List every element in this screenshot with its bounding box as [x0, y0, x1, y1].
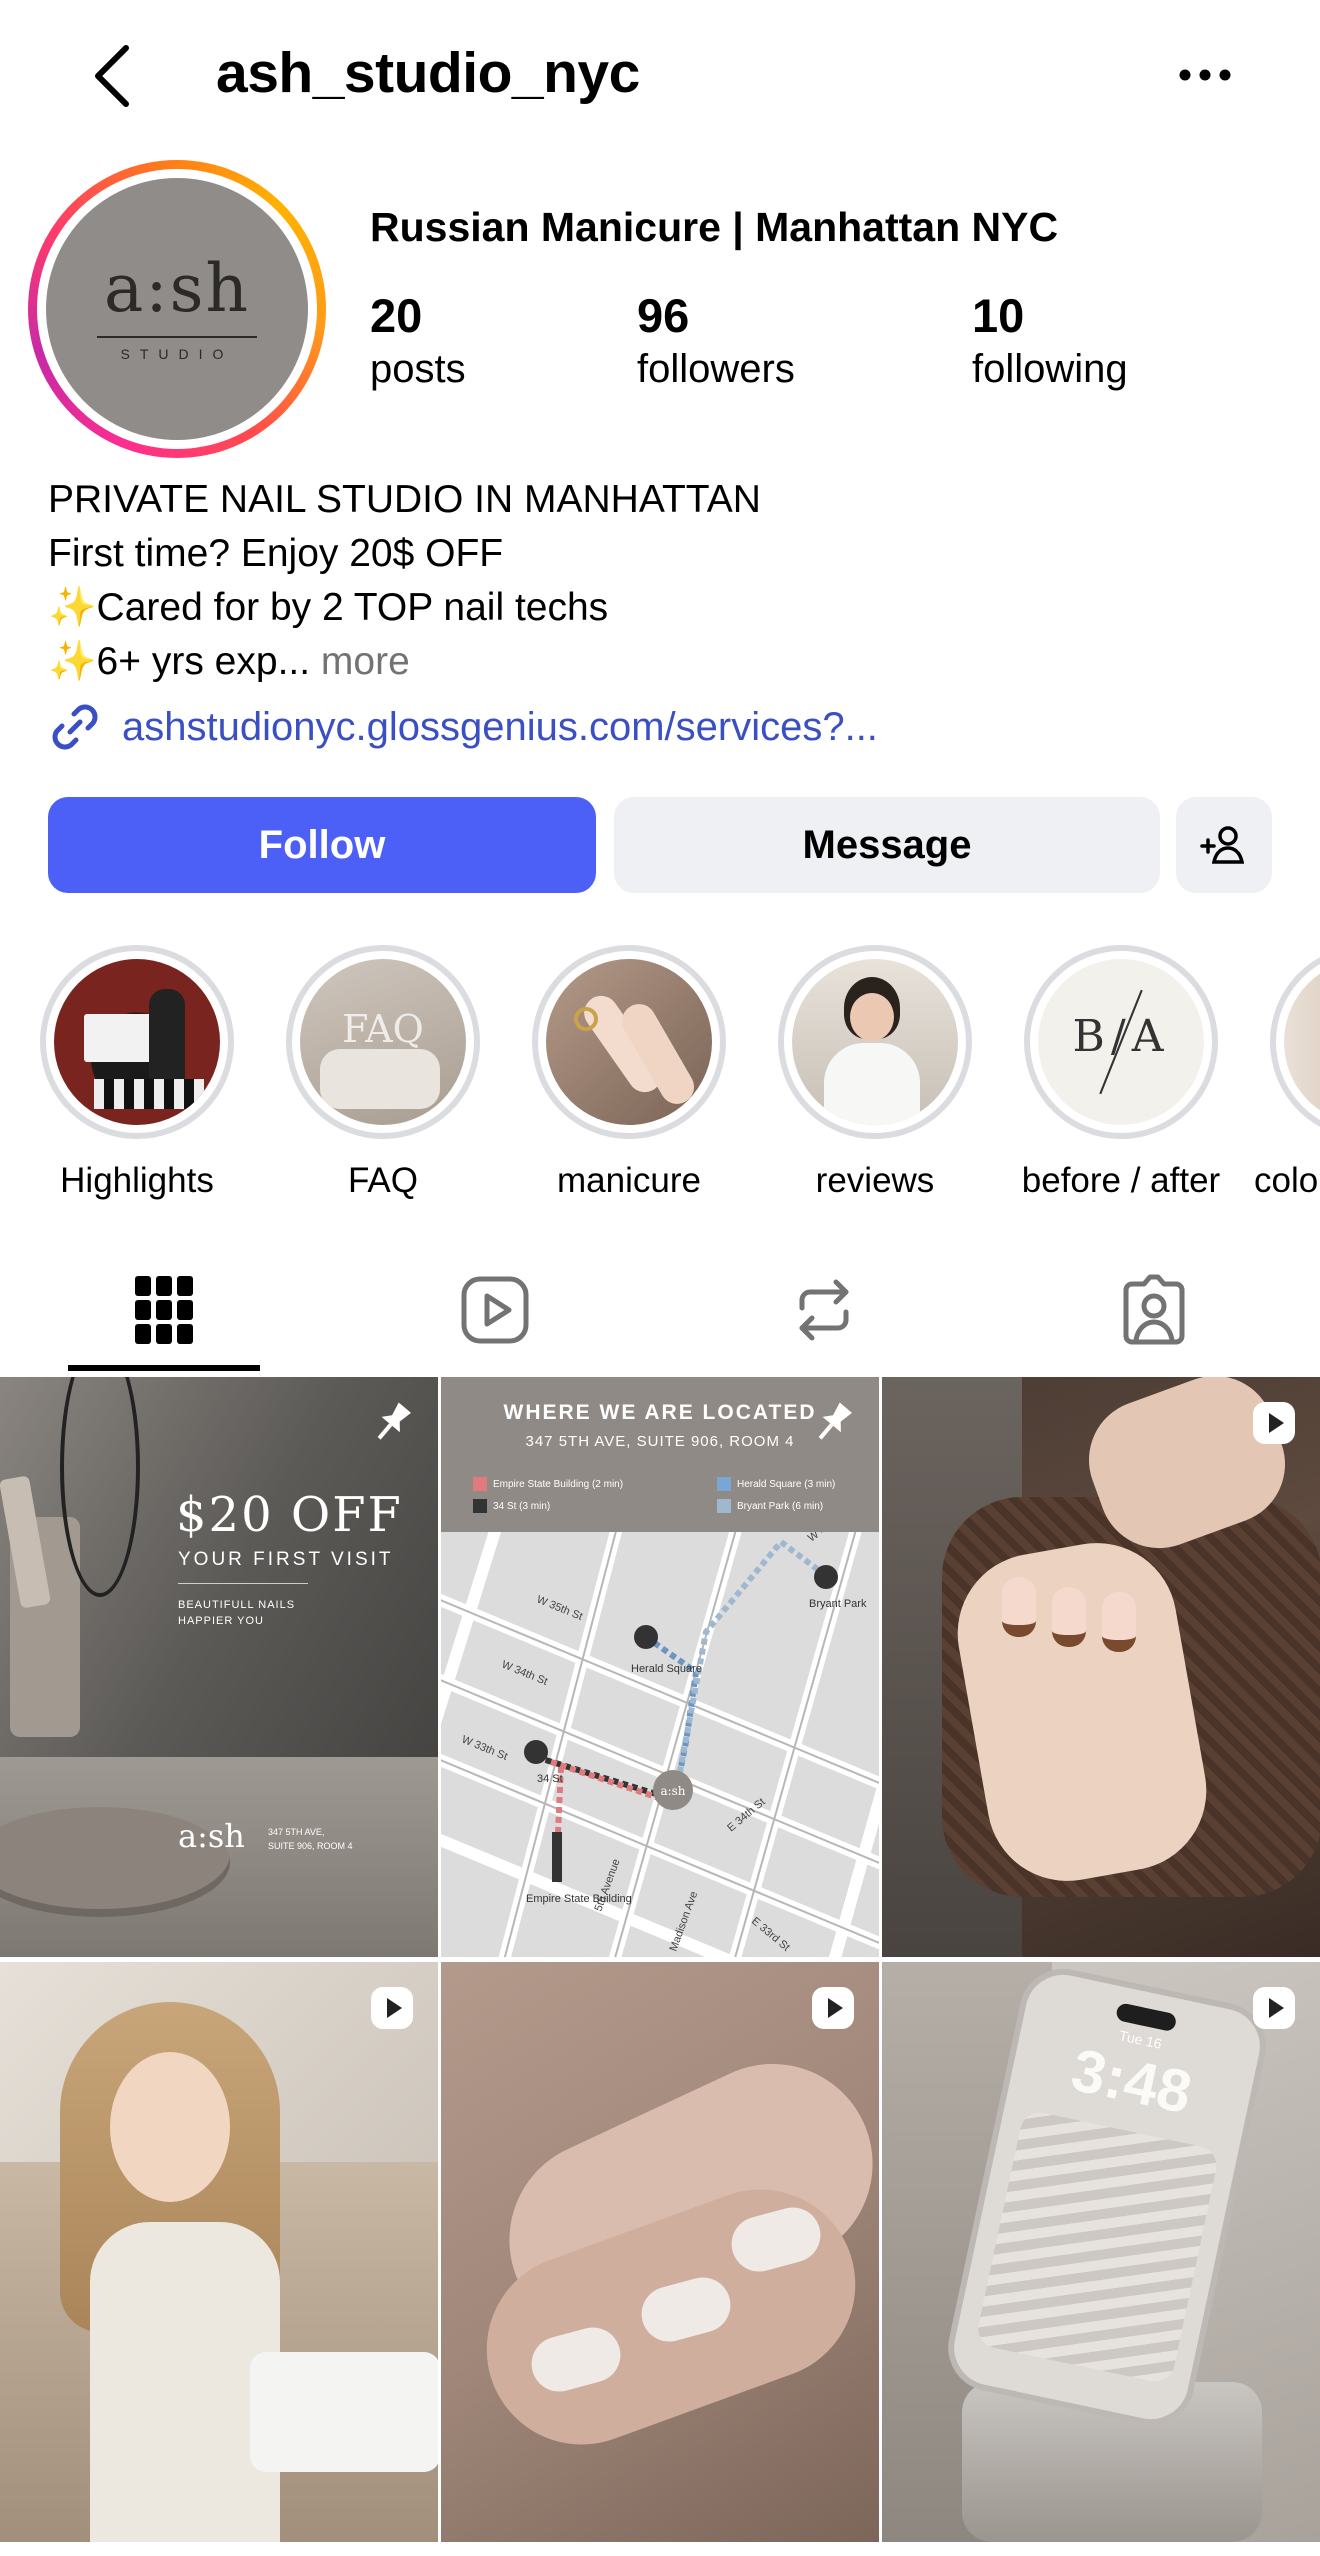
bio: PRIVATE NAIL STUDIO IN MANHATTAN First t…	[48, 473, 1268, 689]
highlight-item[interactable]: manicure	[504, 945, 754, 1205]
map-legend-item: Empire State Building (2 min)	[493, 1478, 624, 1490]
stat-following-count: 10	[972, 289, 1025, 342]
highlight-label: reviews	[815, 1161, 935, 1200]
follow-button[interactable]: Follow	[48, 797, 596, 893]
stat-followers[interactable]: 96 followers	[637, 288, 795, 394]
post-address: 347 5TH AVE,	[268, 1827, 325, 1837]
post-tile[interactable]: Tue 16 3:48	[882, 1962, 1320, 2542]
pin-icon	[377, 1402, 411, 1440]
tab-reposts[interactable]	[729, 1245, 919, 1375]
highlight-item[interactable]: B/A before / after	[996, 945, 1246, 1205]
stat-posts-label: posts	[370, 347, 466, 391]
add-user-button[interactable]	[1176, 797, 1272, 893]
chevron-left-icon	[95, 45, 129, 107]
map-street-label: W 40th St	[806, 1532, 852, 1544]
bio-line: ✨6+ yrs exp...	[48, 640, 311, 683]
reel-badge-icon	[371, 1987, 413, 2029]
avatar[interactable]: a:sh STUDIO	[46, 178, 308, 440]
highlight-label: Highlights	[60, 1161, 214, 1200]
post-tile[interactable]: $20 OFF YOUR FIRST VISIT BEAUTIFULL NAIL…	[0, 1377, 438, 1957]
reel-badge-icon	[1253, 1402, 1295, 1444]
map-street-label: W 34th St	[500, 1659, 549, 1688]
more-options-button[interactable]	[1170, 50, 1240, 100]
story-ring[interactable]: a:sh STUDIO	[28, 160, 326, 458]
avatar-logo: a:sh	[104, 250, 250, 327]
map-street-label: W 33th St	[460, 1734, 509, 1763]
profile-link[interactable]: ashstudionyc.glossgenius.com/services?..…	[48, 700, 878, 754]
map-roads: a:sh W 35th St W 34th St W 33th St W 40t…	[441, 1532, 879, 1957]
posts-grid: $20 OFF YOUR FIRST VISIT BEAUTIFULL NAIL…	[0, 1377, 1320, 2556]
highlight-item[interactable]: FAQ FAQ	[258, 945, 508, 1205]
bio-line: PRIVATE NAIL STUDIO IN MANHATTAN	[48, 478, 761, 521]
add-user-icon	[1200, 826, 1245, 864]
map-legend-item: Bryant Park (6 min)	[737, 1500, 824, 1512]
post-tagline: HAPPIER YOU	[178, 1615, 264, 1627]
avatar-sub: STUDIO	[120, 346, 234, 362]
stat-following-label: following	[972, 347, 1128, 391]
post-logo: a:sh	[178, 1817, 245, 1855]
highlight-item[interactable]: reviews	[750, 945, 1000, 1205]
pin-icon	[818, 1402, 852, 1440]
stat-followers-label: followers	[637, 347, 795, 391]
highlight-label: before / after	[1021, 1161, 1221, 1200]
bio-line: ✨Cared for by 2 TOP nail techs	[48, 586, 609, 629]
message-button[interactable]: Message	[614, 797, 1160, 893]
post-headline: $20 OFF	[176, 1487, 403, 1543]
map-street-label: E 33rd St	[749, 1915, 792, 1954]
map-legend-item: 34 St (3 min)	[493, 1500, 551, 1512]
bio-more-link[interactable]: more	[321, 640, 410, 683]
highlight-label: colo	[1254, 1161, 1319, 1200]
post-tile[interactable]	[441, 1962, 879, 2542]
highlight-label: manicure	[557, 1161, 701, 1200]
highlight-item[interactable]: colo	[1242, 945, 1320, 1205]
link-icon	[52, 704, 98, 750]
post-address: SUITE 906, ROOM 4	[268, 1841, 353, 1851]
reel-badge-icon	[1253, 1987, 1295, 2029]
stat-posts-count: 20	[370, 289, 423, 342]
more-dots-icon	[1179, 69, 1231, 81]
story-highlights: Highlights FAQ FAQ manicure reviews B/A	[0, 945, 1320, 1205]
highlight-label: FAQ	[347, 1161, 419, 1200]
map-street-label: W 35th St	[535, 1594, 584, 1623]
map-place-label: Empire State Building	[526, 1893, 632, 1905]
tab-posts[interactable]	[69, 1245, 259, 1375]
profile-link-text[interactable]: ashstudionyc.glossgenius.com/services?..…	[122, 700, 878, 754]
stat-followers-count: 96	[637, 289, 690, 342]
highlight-overlay-text: B/A	[1072, 1011, 1170, 1062]
display-name: Russian Manicure | Manhattan NYC	[370, 204, 1059, 250]
tab-tagged[interactable]	[1059, 1245, 1249, 1375]
profile-header: ash_studio_nyc	[0, 0, 1320, 150]
post-tagline: BEAUTIFULL NAILS	[178, 1599, 296, 1611]
profile-tabs	[0, 1245, 1320, 1375]
map-place-label: Bryant Park	[809, 1598, 867, 1610]
reels-icon	[461, 1276, 529, 1344]
grid-icon	[135, 1276, 193, 1344]
active-tab-indicator	[68, 1365, 260, 1371]
back-button[interactable]	[82, 36, 142, 116]
map-place-label: Herald Square	[631, 1663, 702, 1675]
tagged-icon	[1123, 1274, 1185, 1345]
post-subheadline: YOUR FIRST VISIT	[178, 1549, 394, 1570]
map-place-label: 34 St	[537, 1773, 563, 1785]
reel-badge-icon	[812, 1987, 854, 2029]
bio-line: First time? Enjoy 20$ OFF	[48, 532, 504, 575]
map-pin-label: a:sh	[660, 1784, 685, 1798]
map-legend-item: Herald Square (3 min)	[737, 1478, 836, 1490]
repost-icon	[799, 1279, 849, 1341]
highlight-overlay-text: FAQ	[342, 1007, 424, 1051]
tab-reels[interactable]	[400, 1245, 590, 1375]
post-tile[interactable]: WHERE WE ARE LOCATED 347 5TH AVE, SUITE …	[441, 1377, 879, 1957]
post-tile[interactable]	[0, 1962, 438, 2542]
highlight-item[interactable]: Highlights	[12, 945, 262, 1205]
stat-posts[interactable]: 20 posts	[370, 288, 466, 394]
profile-username: ash_studio_nyc	[216, 41, 640, 105]
stat-following[interactable]: 10 following	[972, 288, 1128, 394]
post-tile[interactable]	[882, 1377, 1320, 1957]
